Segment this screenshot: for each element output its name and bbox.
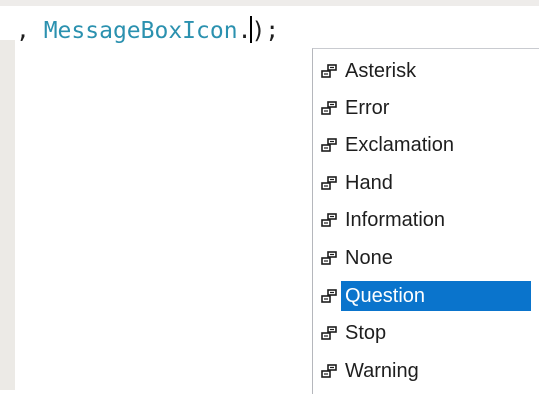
completion-item-none[interactable]: None — [321, 243, 539, 273]
completion-item-label: Information — [345, 209, 446, 231]
code-line[interactable]: , MessageBoxIcon.); — [16, 14, 279, 48]
enum-member-icon — [321, 138, 337, 152]
completion-item-label: Stop — [345, 322, 387, 344]
editor-left-margin — [0, 40, 15, 390]
enum-member-icon — [321, 101, 337, 115]
completion-list[interactable]: Asterisk Error Exclamation Hand Informat… — [312, 48, 539, 394]
enum-member-icon — [321, 326, 337, 340]
enum-member-icon — [321, 213, 337, 227]
enum-member-icon — [321, 64, 337, 78]
editor-top-gutter — [0, 0, 539, 6]
enum-member-icon — [321, 251, 337, 265]
type-name: MessageBoxIcon — [43, 18, 238, 44]
completion-item-label: Question — [341, 281, 531, 311]
completion-item-error[interactable]: Error — [321, 93, 539, 123]
member-dot: . — [237, 18, 252, 44]
enum-member-icon — [321, 364, 337, 378]
completion-item-label: Asterisk — [345, 60, 417, 82]
completion-item-information[interactable]: Information — [321, 205, 539, 235]
completion-item-hand[interactable]: Hand — [321, 168, 539, 198]
enum-member-icon — [321, 176, 337, 190]
code-suffix: ); — [251, 18, 280, 44]
completion-item-label: None — [345, 247, 393, 269]
completion-item-label: Hand — [345, 172, 393, 194]
completion-item-exclamation[interactable]: Exclamation — [321, 130, 539, 160]
enum-member-icon — [321, 289, 337, 303]
completion-item-label: Exclamation — [345, 134, 454, 156]
completion-item-warning[interactable]: Warning — [321, 356, 539, 386]
code-prefix: , — [16, 18, 44, 44]
completion-item-label: Error — [345, 97, 390, 119]
completion-item-asterisk[interactable]: Asterisk — [321, 56, 539, 86]
completion-item-question[interactable]: Question — [321, 281, 539, 311]
completion-item-label: Warning — [345, 360, 419, 382]
completion-item-stop[interactable]: Stop — [321, 318, 539, 348]
